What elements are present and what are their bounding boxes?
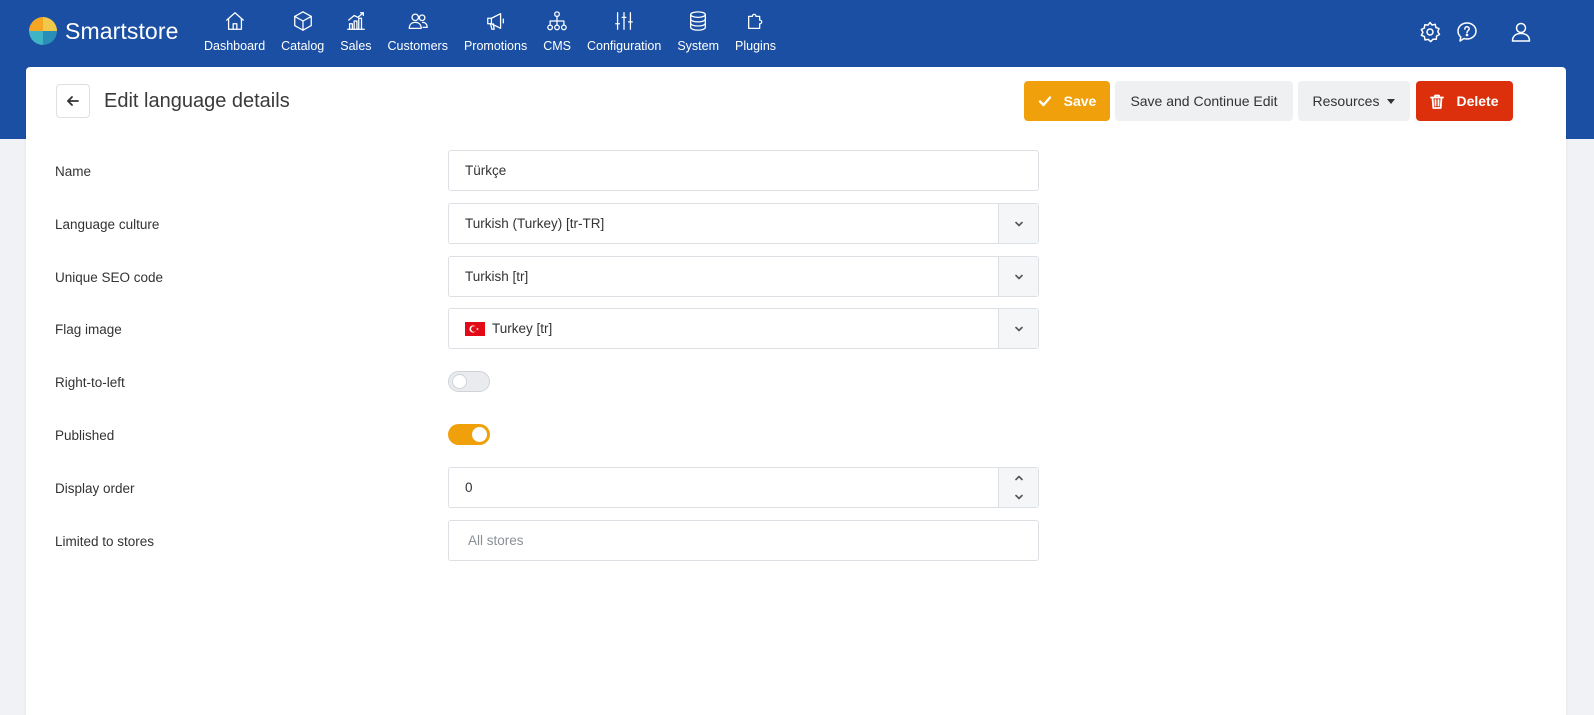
increment-button[interactable] — [999, 468, 1038, 488]
rtl-toggle[interactable] — [448, 371, 490, 392]
page-title: Edit language details — [104, 90, 290, 112]
app-logo[interactable]: Smartstore — [28, 16, 178, 46]
user-button[interactable] — [1509, 20, 1533, 44]
megaphone-icon — [486, 13, 504, 30]
chevron-down-icon — [1014, 494, 1023, 500]
language-culture-value: Turkish (Turkey) [tr-TR] — [465, 216, 605, 231]
chevron-up-icon — [1014, 475, 1023, 481]
name-value: Türkçe — [465, 163, 507, 178]
nav-label: Customers — [387, 39, 448, 53]
box-icon — [293, 11, 312, 31]
save-continue-label: Save and Continue Edit — [1130, 93, 1278, 109]
resources-dropdown-button[interactable]: Resources — [1298, 81, 1410, 121]
language-culture-toggle[interactable] — [998, 204, 1038, 243]
nav-plugins[interactable]: Plugins — [735, 10, 776, 53]
nav-label: CMS — [543, 39, 571, 53]
limited-stores-select[interactable]: All stores — [448, 520, 1039, 561]
turkey-flag-graphic — [469, 324, 479, 333]
home-icon — [225, 12, 244, 30]
turkey-flag-icon — [465, 321, 485, 336]
puzzle-icon — [747, 13, 762, 29]
seo-code-value: Turkish [tr] — [465, 269, 529, 284]
published-label: Published — [55, 428, 115, 443]
chevron-down-icon — [1014, 326, 1023, 331]
edit-language-card: Edit language details Save Save and Cont… — [26, 67, 1566, 715]
database-icon — [690, 11, 707, 31]
smartstore-logo-icon — [29, 17, 57, 45]
seo-code-select[interactable]: Turkish [tr] — [448, 256, 1039, 297]
nav-cms[interactable]: CMS — [543, 10, 571, 53]
users-icon — [408, 13, 428, 29]
main-nav: Dashboard Catalog Sales Customers Promot… — [204, 10, 792, 53]
app-name: Smartstore — [65, 17, 179, 44]
nav-customers[interactable]: Customers — [388, 10, 448, 53]
flag-image-value: Turkey [tr] — [492, 321, 553, 336]
nav-label: Catalog — [281, 39, 325, 53]
help-button[interactable] — [1455, 20, 1479, 44]
toggle-knob — [452, 374, 467, 389]
nav-promotions[interactable]: Promotions — [464, 10, 527, 53]
save-continue-button[interactable]: Save and Continue Edit — [1115, 81, 1293, 121]
nav-label: Plugins — [735, 39, 777, 53]
seo-code-label: Unique SEO code — [55, 270, 164, 285]
settings-button[interactable] — [1418, 20, 1442, 44]
flag-image-toggle[interactable] — [998, 309, 1038, 348]
back-button[interactable] — [56, 84, 90, 118]
resources-label: Resources — [1312, 93, 1380, 109]
name-input[interactable]: Türkçe — [448, 150, 1039, 191]
sitemap-icon — [547, 11, 567, 31]
save-button[interactable]: Save — [1024, 81, 1110, 121]
settings-icon — [1420, 21, 1441, 43]
caret-down-icon — [1387, 98, 1396, 104]
nav-sales[interactable]: Sales — [340, 10, 372, 53]
nav-label: Sales — [340, 39, 372, 53]
nav-label: Promotions — [463, 39, 528, 53]
sliders-icon — [615, 12, 634, 30]
display-order-value: 0 — [465, 480, 473, 495]
published-toggle[interactable] — [448, 424, 490, 445]
display-order-input[interactable]: 0 — [448, 467, 1039, 508]
chart-icon — [346, 12, 365, 30]
nav-label: Dashboard — [204, 39, 266, 53]
seo-code-toggle[interactable] — [998, 257, 1038, 296]
display-order-spinner — [998, 468, 1038, 507]
delete-button[interactable]: Delete — [1416, 81, 1513, 121]
chevron-down-icon — [1014, 274, 1023, 279]
nav-system[interactable]: System — [677, 10, 719, 53]
arrow-left-icon — [67, 96, 79, 106]
help-icon — [1457, 22, 1477, 42]
limited-stores-label: Limited to stores — [55, 534, 155, 549]
delete-label: Delete — [1456, 93, 1499, 109]
name-label: Name — [55, 164, 92, 179]
nav-label: Configuration — [586, 39, 662, 53]
nav-label: System — [677, 39, 720, 53]
flag-image-value-wrap: Turkey [tr] — [465, 321, 998, 336]
user-icon — [1511, 22, 1531, 42]
check-icon — [1038, 96, 1051, 107]
flag-image-select[interactable]: Turkey [tr] — [448, 308, 1039, 349]
save-label: Save — [1063, 93, 1097, 109]
toggle-knob — [472, 427, 487, 442]
nav-dashboard[interactable]: Dashboard — [204, 10, 265, 53]
flag-image-label: Flag image — [55, 322, 122, 337]
chevron-down-icon — [1014, 221, 1023, 226]
nav-catalog[interactable]: Catalog — [281, 10, 324, 53]
language-culture-select[interactable]: Turkish (Turkey) [tr-TR] — [448, 203, 1039, 244]
language-culture-label: Language culture — [55, 217, 160, 232]
display-order-label: Display order — [55, 481, 135, 496]
decrement-button[interactable] — [999, 488, 1038, 508]
rtl-label: Right-to-left — [55, 375, 125, 390]
limited-stores-placeholder: All stores — [468, 533, 524, 548]
trash-icon — [1430, 94, 1445, 109]
nav-configuration[interactable]: Configuration — [587, 10, 661, 53]
